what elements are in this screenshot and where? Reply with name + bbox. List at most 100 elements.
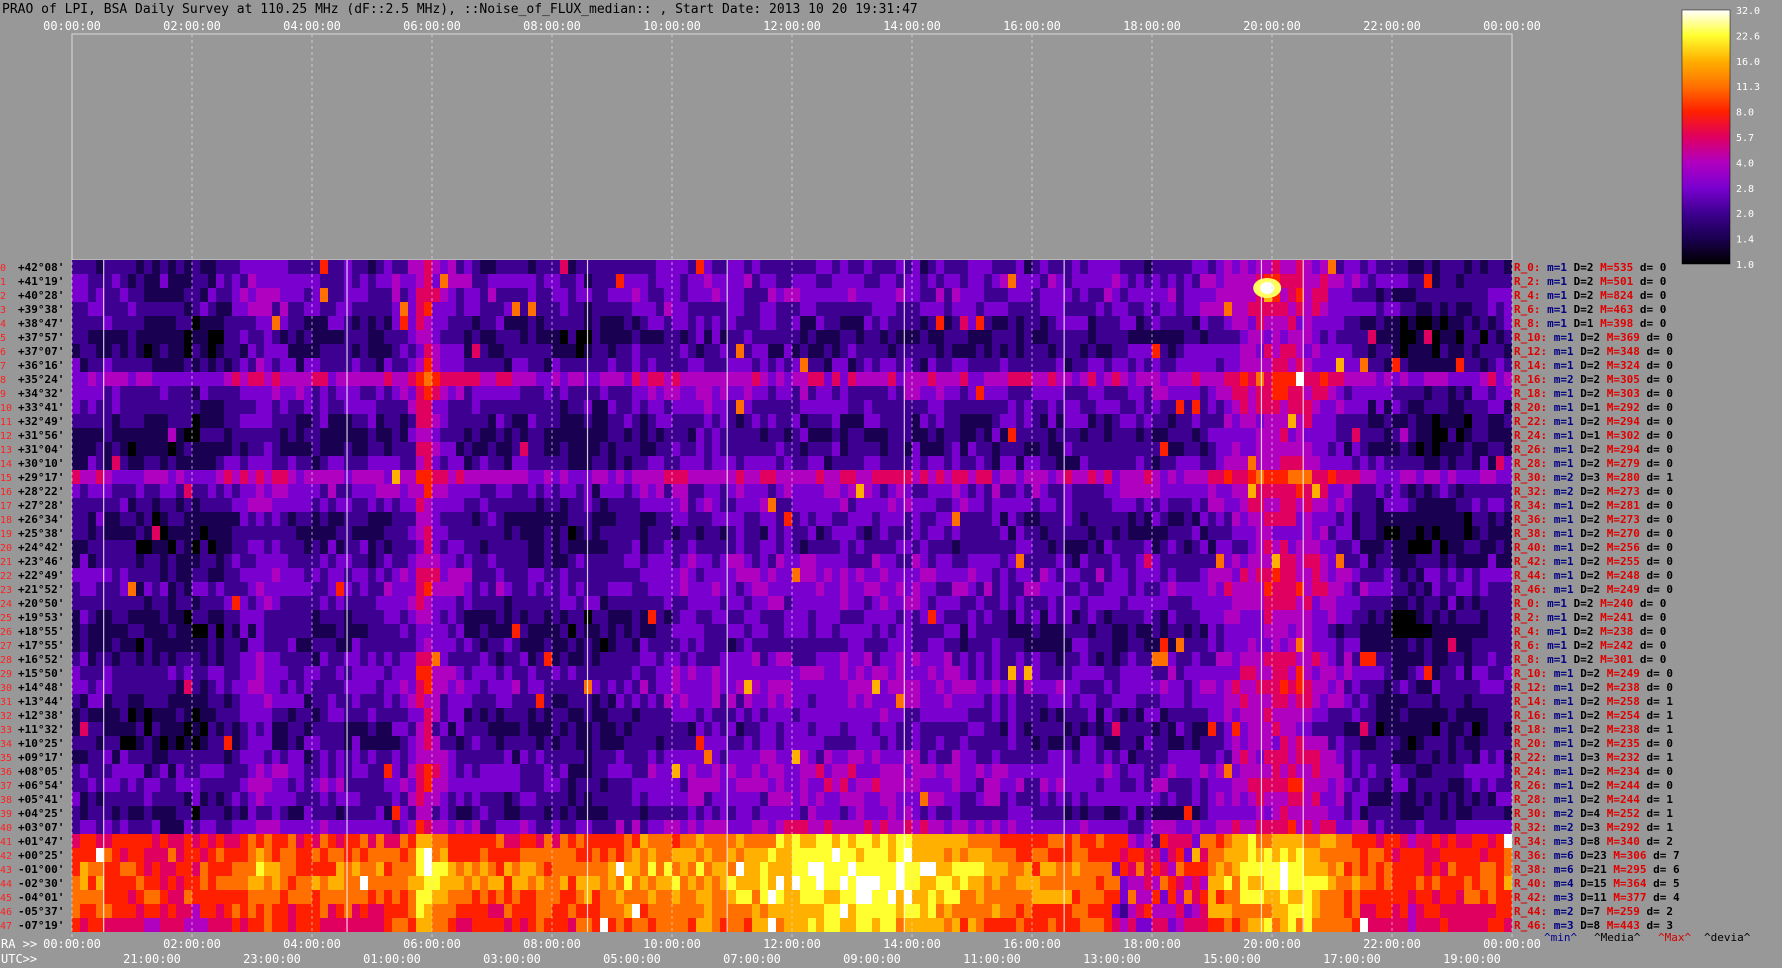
heatmap-cell	[128, 260, 136, 274]
heatmap-cell	[1016, 330, 1024, 344]
heatmap-cell	[1440, 372, 1448, 386]
heatmap-cell	[808, 414, 816, 428]
heatmap-cell	[896, 400, 904, 414]
heatmap-cell	[904, 260, 912, 274]
heatmap-cell	[1392, 610, 1400, 624]
heatmap-cell	[648, 456, 656, 470]
heatmap-cell	[744, 582, 752, 596]
heatmap-cell	[280, 344, 288, 358]
heatmap-cell	[1176, 358, 1184, 372]
heatmap-cell	[1120, 596, 1128, 610]
heatmap-cell	[320, 428, 328, 442]
heatmap-cell	[424, 554, 432, 568]
heatmap-cell	[960, 428, 968, 442]
heatmap-cell	[864, 582, 872, 596]
heatmap-cell	[1408, 358, 1416, 372]
heatmap-cell	[1448, 456, 1456, 470]
heatmap-cell	[920, 414, 928, 428]
heatmap-cell	[608, 400, 616, 414]
heatmap-cell	[520, 288, 528, 302]
heatmap-cell	[696, 484, 704, 498]
heatmap-cell	[296, 428, 304, 442]
heatmap-cell	[1376, 428, 1384, 442]
heatmap-cell	[392, 260, 400, 274]
heatmap-cell	[1352, 400, 1360, 414]
heatmap-cell	[904, 316, 912, 330]
heatmap-cell	[432, 484, 440, 498]
heatmap-cell	[592, 288, 600, 302]
heatmap-cell	[840, 456, 848, 470]
heatmap-cell	[1344, 470, 1352, 484]
heatmap-cell	[896, 330, 904, 344]
heatmap-cell	[992, 456, 1000, 470]
heatmap-cell	[1424, 526, 1432, 540]
heatmap-cell	[1112, 610, 1120, 624]
heatmap-cell	[928, 316, 936, 330]
heatmap-cell	[640, 484, 648, 498]
heatmap-cell	[168, 372, 176, 386]
heatmap-cell	[880, 596, 888, 610]
heatmap-cell	[272, 316, 280, 330]
heatmap-cell	[840, 526, 848, 540]
heatmap-cell	[1208, 484, 1216, 498]
heatmap-cell	[896, 470, 904, 484]
heatmap-cell	[632, 372, 640, 386]
heatmap-cell	[136, 470, 144, 484]
heatmap-cell	[328, 428, 336, 442]
heatmap-cell	[632, 456, 640, 470]
heatmap-cell	[1344, 316, 1352, 330]
heatmap-cell	[792, 428, 800, 442]
heatmap-cell	[608, 428, 616, 442]
heatmap-cell	[384, 484, 392, 498]
heatmap-cell	[1464, 400, 1472, 414]
heatmap-cell	[880, 470, 888, 484]
heatmap-cell	[232, 512, 240, 526]
heatmap-cell	[1192, 540, 1200, 554]
heatmap-cell	[640, 386, 648, 400]
heatmap-cell	[120, 554, 128, 568]
heatmap-cell	[856, 484, 864, 498]
heatmap-cell	[1016, 498, 1024, 512]
heatmap-cell	[376, 470, 384, 484]
heatmap-cell	[592, 274, 600, 288]
heatmap-cell	[1480, 358, 1488, 372]
heatmap-cell	[848, 260, 856, 274]
heatmap-cell	[1200, 386, 1208, 400]
heatmap-cell	[1400, 554, 1408, 568]
heatmap-cell	[968, 526, 976, 540]
heatmap-cell	[264, 400, 272, 414]
heatmap-cell	[1424, 316, 1432, 330]
heatmap-cell	[792, 274, 800, 288]
heatmap-cell	[952, 540, 960, 554]
heatmap-cell	[1288, 302, 1296, 316]
heatmap-cell	[1000, 414, 1008, 428]
heatmap-cell	[1240, 386, 1248, 400]
heatmap-cell	[1304, 372, 1312, 386]
heatmap-cell	[288, 330, 296, 344]
heatmap-cell	[1472, 316, 1480, 330]
heatmap-cell	[96, 512, 104, 526]
heatmap-cell	[216, 442, 224, 456]
heatmap-cell	[496, 288, 504, 302]
heatmap-cell	[744, 610, 752, 624]
heatmap-cell	[1008, 260, 1016, 274]
heatmap-cell	[1184, 288, 1192, 302]
heatmap-cell	[344, 414, 352, 428]
heatmap-cell	[96, 442, 104, 456]
heatmap-cell	[288, 484, 296, 498]
heatmap-cell	[616, 610, 624, 624]
heatmap-cell	[1400, 582, 1408, 596]
heatmap-cell	[1224, 274, 1232, 288]
heatmap-cell	[512, 512, 520, 526]
heatmap-cell	[1240, 470, 1248, 484]
heatmap-cell	[1272, 344, 1280, 358]
heatmap-cell	[784, 554, 792, 568]
heatmap-cell	[112, 568, 120, 582]
heatmap-cell	[1360, 540, 1368, 554]
heatmap-cell	[704, 442, 712, 456]
heatmap-cell	[208, 400, 216, 414]
heatmap-cell	[280, 470, 288, 484]
heatmap-cell	[1440, 414, 1448, 428]
heatmap-cell	[1288, 330, 1296, 344]
heatmap-cell	[1424, 554, 1432, 568]
